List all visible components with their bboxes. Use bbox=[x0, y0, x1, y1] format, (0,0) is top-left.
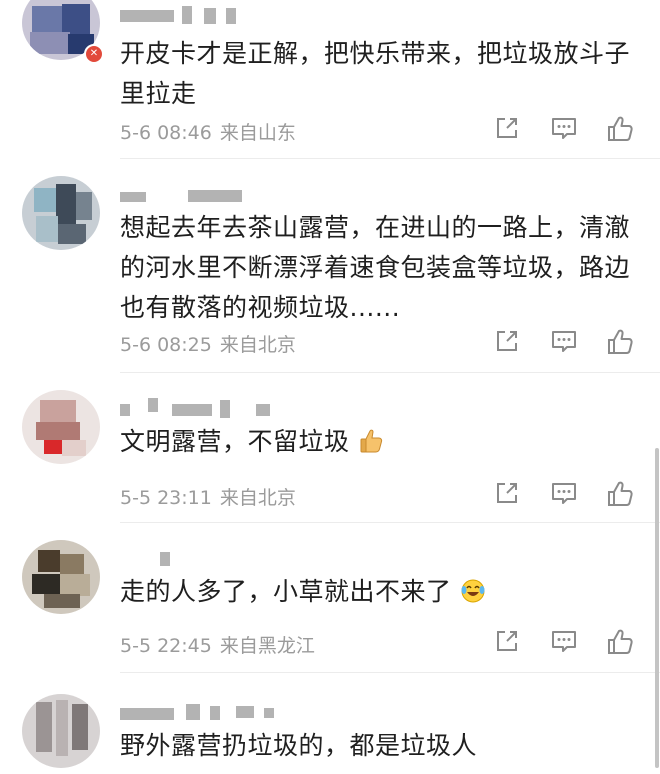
comment-text-content: 文明露营，不留垃圾 bbox=[120, 427, 350, 456]
divider bbox=[120, 158, 660, 159]
comment-meta: 5-5 23:11 来自北京 bbox=[120, 483, 296, 510]
comment-location: 来自山东 bbox=[219, 122, 296, 144]
comment-location: 来自北京 bbox=[219, 334, 296, 356]
comment-text: 走的人多了，小草就出不来了 bbox=[120, 572, 640, 612]
share-icon[interactable] bbox=[494, 115, 520, 141]
divider bbox=[120, 672, 660, 673]
share-icon[interactable] bbox=[494, 480, 520, 506]
like-icon[interactable] bbox=[606, 480, 634, 508]
comment-actions bbox=[490, 480, 640, 510]
comment-actions bbox=[490, 628, 640, 658]
like-icon[interactable] bbox=[606, 328, 634, 356]
comment-text: 开皮卡才是正解，把快乐带来，把垃圾放斗子里拉走 bbox=[120, 39, 631, 108]
verified-badge-icon: ✕ bbox=[84, 44, 104, 64]
avatar[interactable] bbox=[22, 390, 100, 464]
comment-text-content: 走的人多了，小草就出不来了 bbox=[120, 577, 452, 606]
comment-location: 来自黑龙江 bbox=[219, 635, 315, 657]
like-icon[interactable] bbox=[606, 115, 634, 143]
laughing-crying-emoji-icon bbox=[461, 579, 485, 603]
comment-icon[interactable] bbox=[550, 115, 578, 141]
share-icon[interactable] bbox=[494, 328, 520, 354]
avatar[interactable] bbox=[22, 176, 100, 250]
thumbs-up-emoji-icon bbox=[360, 429, 383, 453]
comment-date: 5-6 08:46 bbox=[120, 122, 212, 144]
comment-actions bbox=[490, 115, 640, 145]
comment-location: 来自北京 bbox=[219, 487, 296, 509]
comment-meta: 5-5 22:45 来自黑龙江 bbox=[120, 631, 315, 658]
divider bbox=[120, 372, 660, 373]
share-icon[interactable] bbox=[494, 628, 520, 654]
like-icon[interactable] bbox=[606, 628, 634, 656]
comment-meta: 5-6 08:25 来自北京 bbox=[120, 330, 296, 357]
comment-text: 文明露营，不留垃圾 bbox=[120, 422, 640, 462]
comment-date: 5-5 23:11 bbox=[120, 487, 212, 509]
comment-date: 5-5 22:45 bbox=[120, 635, 212, 657]
comment-actions bbox=[490, 328, 640, 358]
comment-icon[interactable] bbox=[550, 480, 578, 506]
comment-text: 想起去年去茶山露营，在进山的一路上，清澈的河水里不断漂浮着速食包装盒等垃圾，路边… bbox=[120, 213, 631, 322]
divider bbox=[120, 522, 660, 523]
comment-meta: 5-6 08:46 来自山东 bbox=[120, 118, 296, 145]
comment-feed: ✕ 开皮卡才是正解，把快乐带来，把垃圾放斗子里拉走 5-6 08:46 来自山东 … bbox=[0, 0, 660, 774]
comment-text: 野外露营扔垃圾的，都是垃圾人 bbox=[120, 731, 478, 760]
comment-icon[interactable] bbox=[550, 628, 578, 654]
scrollbar[interactable] bbox=[655, 448, 659, 768]
avatar[interactable] bbox=[22, 540, 100, 614]
comment-icon[interactable] bbox=[550, 328, 578, 354]
avatar[interactable] bbox=[22, 694, 100, 768]
comment-date: 5-6 08:25 bbox=[120, 334, 212, 356]
